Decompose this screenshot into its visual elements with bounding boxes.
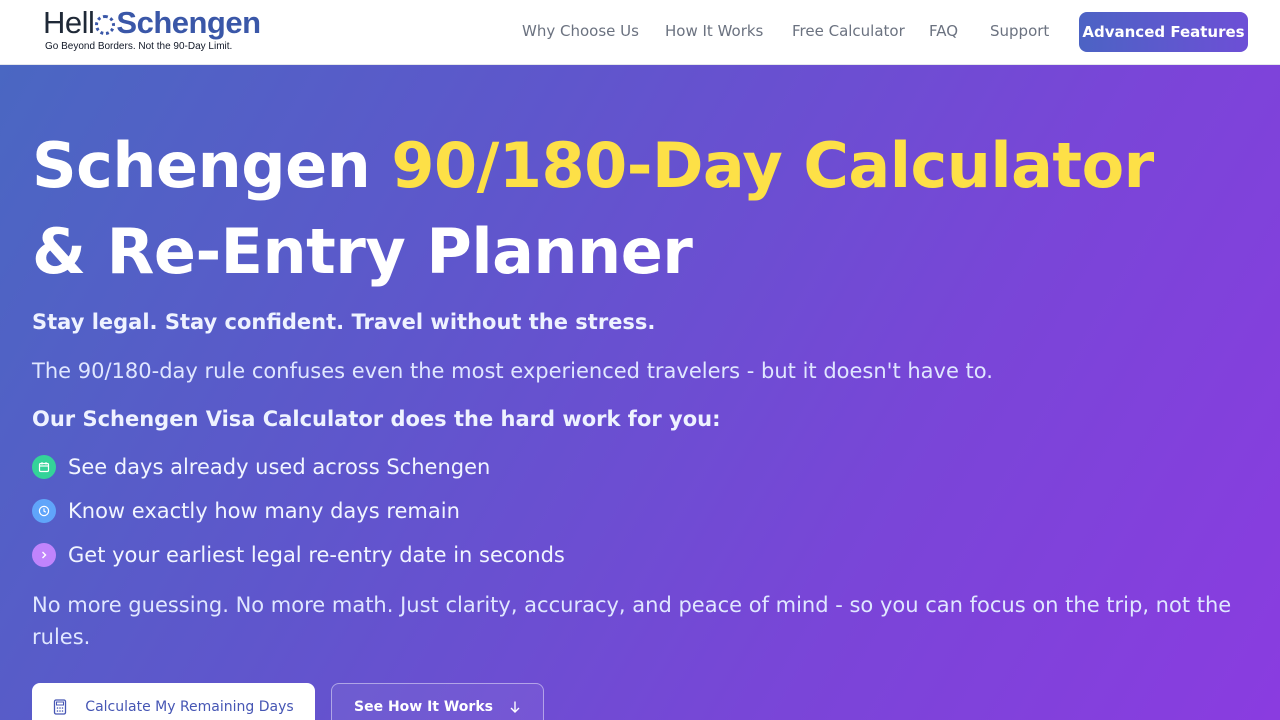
calculate-button-label: Calculate My Remaining Days (85, 699, 294, 715)
nav-faq[interactable]: FAQ (929, 22, 958, 40)
logo-tagline: Go Beyond Borders. Not the 90-Day Limit. (45, 41, 233, 52)
logo[interactable]: Hell Schengen Go Beyond Borders. Not the… (43, 6, 283, 53)
logo-schengen-text: Schengen (116, 5, 261, 40)
hero-closing: No more guessing. No more math. Just cla… (32, 593, 1232, 649)
title-part1: Schengen (32, 129, 392, 202)
page-title: Schengen 90/180-Day Calculator & Re-Entr… (32, 123, 1232, 295)
feature-text: Know exactly how many days remain (68, 499, 460, 523)
nav-support[interactable]: Support (990, 22, 1049, 40)
feature-item-days-used: See days already used across Schengen (32, 455, 490, 479)
advanced-features-button[interactable]: Advanced Features (1079, 12, 1248, 52)
hero-section: Schengen 90/180-Day Calculator & Re-Entr… (0, 65, 1280, 720)
feature-item-reentry-date: Get your earliest legal re-entry date in… (32, 543, 565, 567)
arrow-down-icon (509, 700, 521, 714)
logo-globe-icon (95, 15, 116, 35)
calculate-remaining-days-button[interactable]: Calculate My Remaining Days (32, 683, 315, 720)
nav-how-it-works[interactable]: How It Works (665, 22, 763, 40)
logo-hello-text: Hell (43, 5, 95, 40)
see-how-button-label: See How It Works (354, 699, 493, 715)
title-accent: 90/180-Day Calculator (391, 129, 1154, 202)
feature-text: See days already used across Schengen (68, 455, 491, 479)
see-how-it-works-button[interactable]: See How It Works (331, 683, 544, 720)
nav-free-calculator[interactable]: Free Calculator (792, 22, 905, 40)
chevron-right-icon (32, 543, 56, 567)
hero-tagline: Stay legal. Stay confident. Travel witho… (32, 310, 656, 334)
nav-why-choose-us[interactable]: Why Choose Us (522, 22, 639, 40)
hero-lead: Our Schengen Visa Calculator does the ha… (32, 407, 721, 431)
clock-icon (32, 499, 56, 523)
feature-text: Get your earliest legal re-entry date in… (68, 543, 565, 567)
hero-intro: The 90/180-day rule confuses even the mo… (32, 359, 993, 383)
title-part2: & Re-Entry Planner (32, 215, 693, 288)
feature-item-days-remain: Know exactly how many days remain (32, 499, 460, 523)
calculator-icon (53, 699, 67, 715)
logo-wordmark: Hell Schengen (43, 6, 283, 40)
calendar-icon (32, 455, 56, 479)
site-header: Hell Schengen Go Beyond Borders. Not the… (0, 0, 1280, 65)
